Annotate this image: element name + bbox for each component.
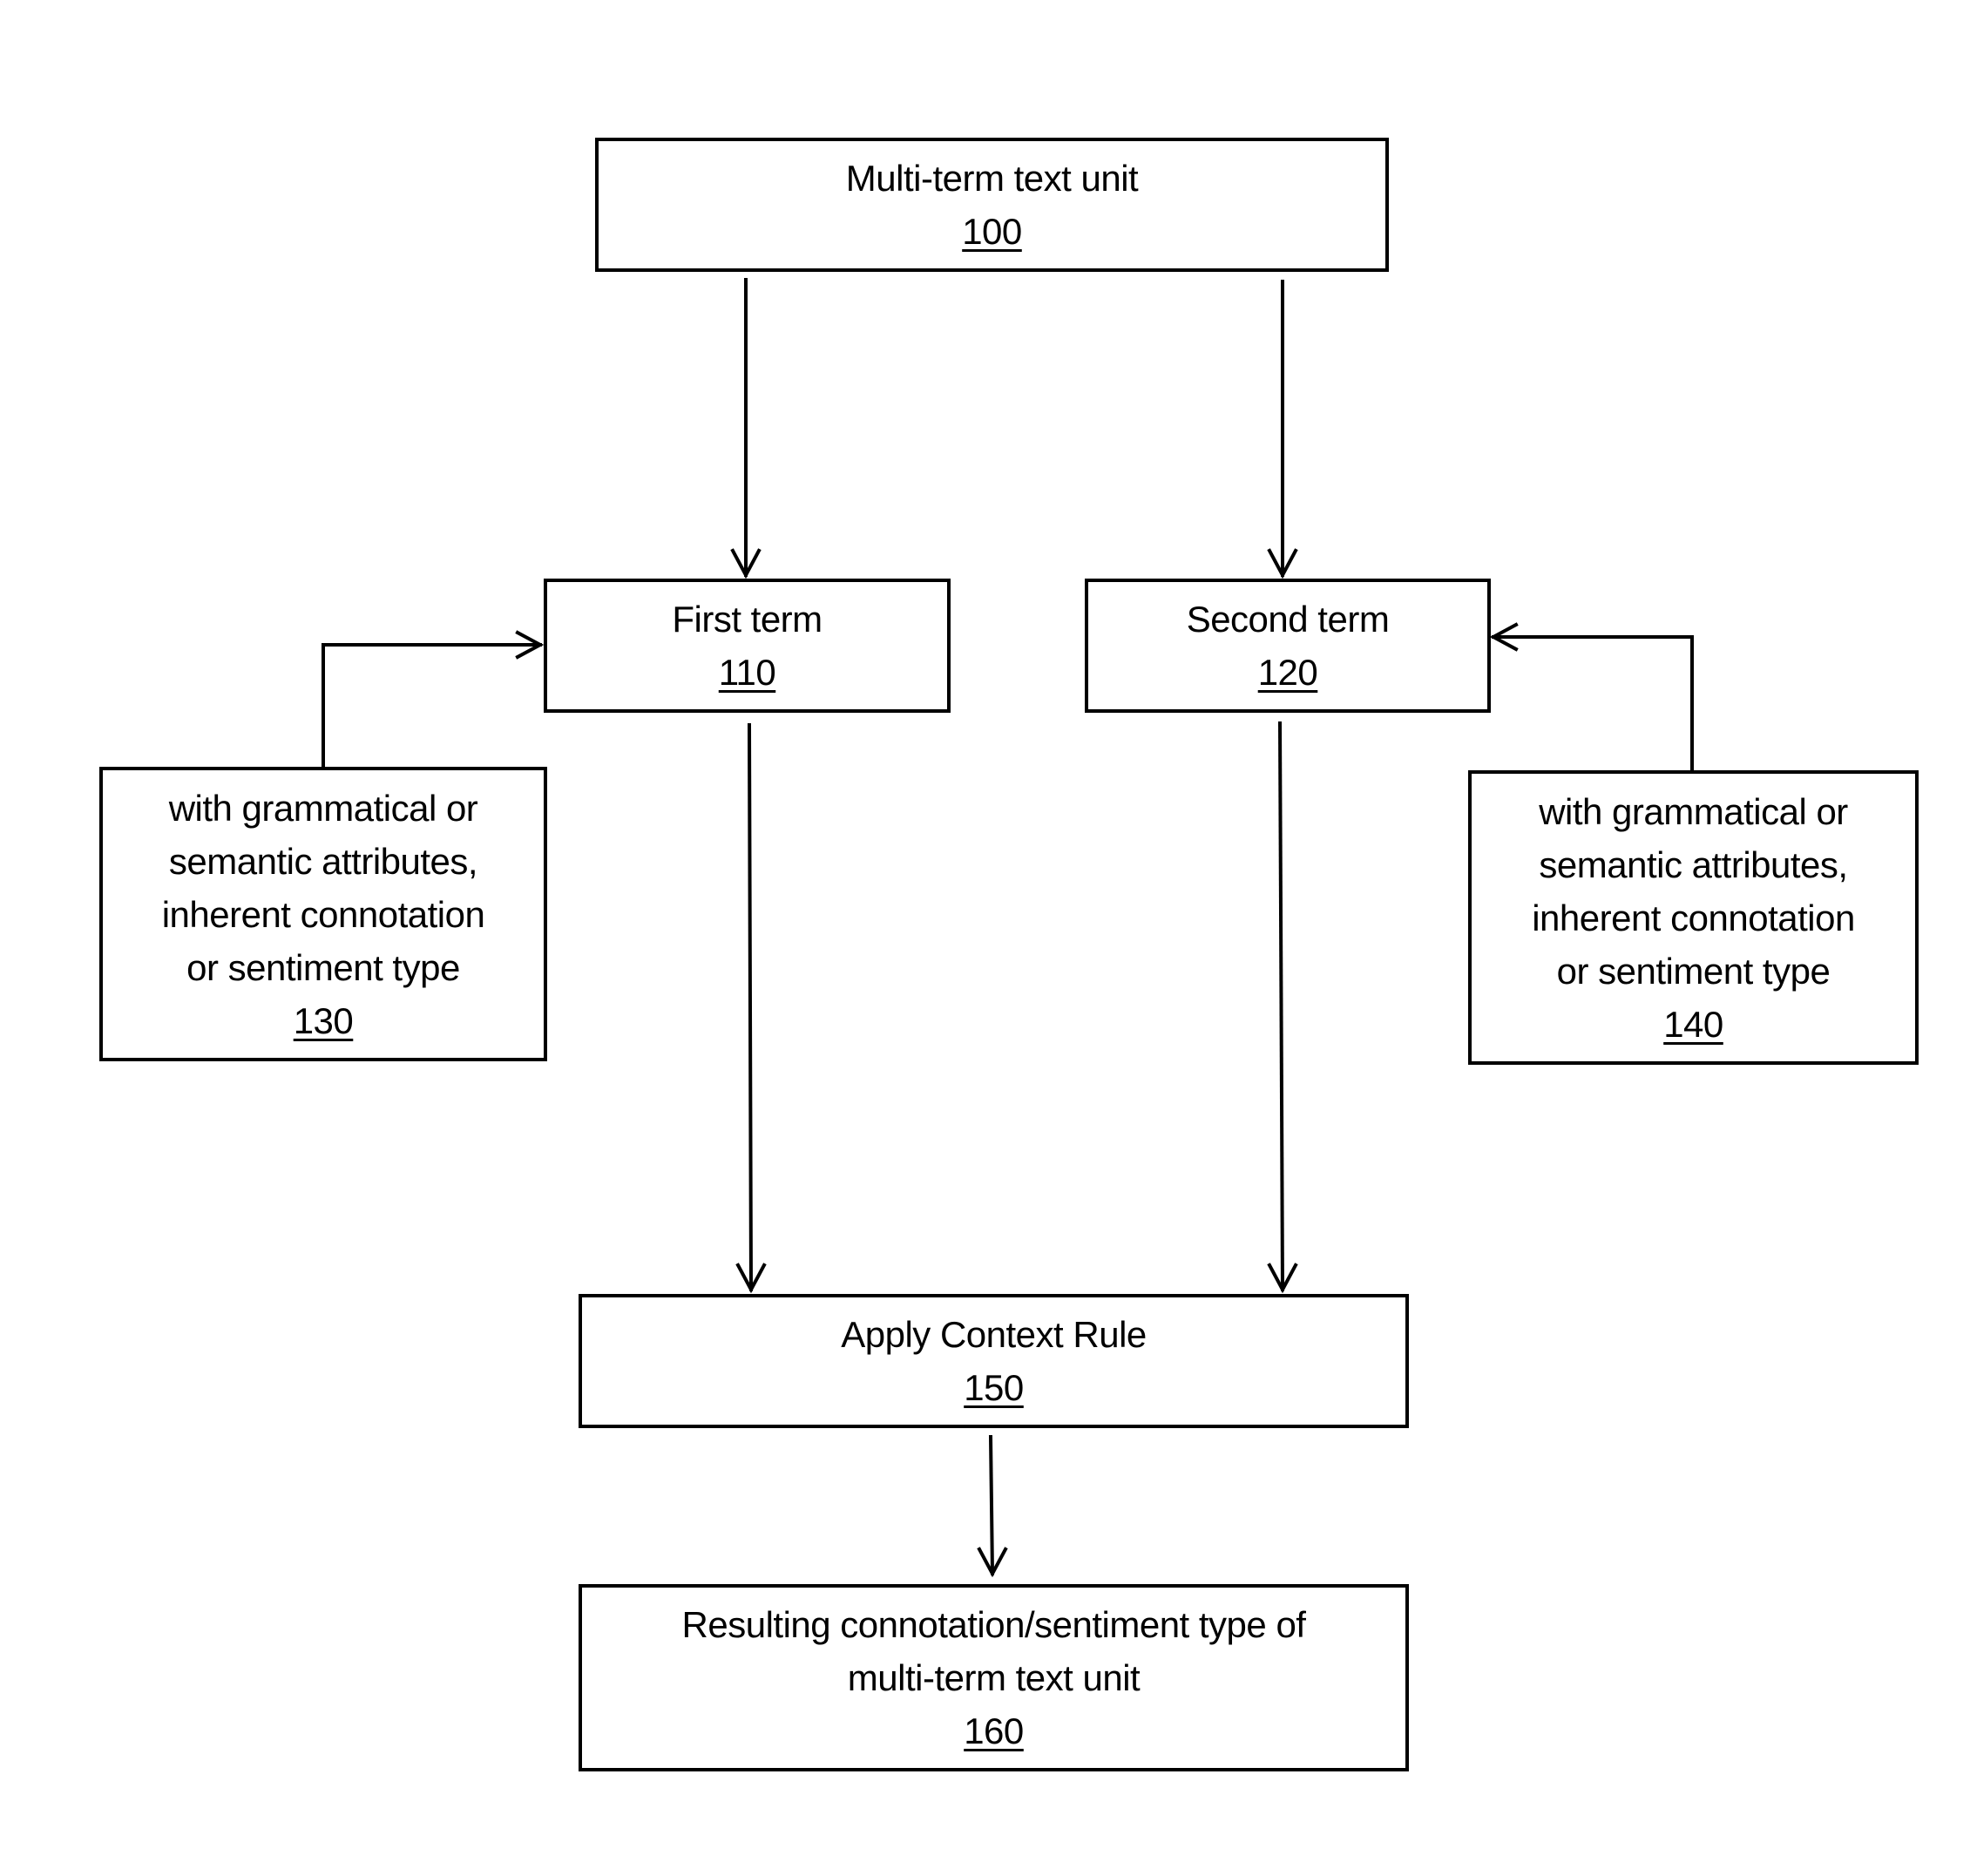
- node-first-term-attributes: with grammatical or semantic attributes,…: [99, 767, 547, 1061]
- node-first-term: First term 110: [544, 579, 951, 713]
- arrow-110-to-150: [735, 722, 767, 1294]
- arrow-100-to-110: [730, 278, 762, 579]
- reference-numeral: 130: [293, 999, 354, 1041]
- reference-numeral: 100: [962, 211, 1022, 252]
- arrow-100-to-120: [1267, 280, 1298, 579]
- node-label: First term: [672, 599, 823, 640]
- node-label-line: with grammatical or: [1539, 790, 1848, 832]
- node-resulting-sentiment: Resulting connotation/sentiment type of …: [579, 1584, 1409, 1771]
- reference-numeral: 140: [1663, 1003, 1723, 1045]
- node-label-line: semantic attributes,: [168, 840, 478, 882]
- node-label-line: or sentiment type: [1556, 950, 1831, 992]
- node-label-line: inherent connotation: [1532, 897, 1855, 938]
- arrow-130-to-110: [322, 630, 545, 769]
- node-second-term-attributes: with grammatical or semantic attributes,…: [1468, 770, 1919, 1065]
- node-label: Second term: [1186, 599, 1390, 640]
- node-apply-context-rule: Apply Context Rule 150: [579, 1294, 1409, 1428]
- node-label-line: inherent connotation: [161, 893, 485, 935]
- node-second-term: Second term 120: [1085, 579, 1491, 713]
- reference-numeral: 150: [964, 1367, 1024, 1408]
- reference-numeral: 160: [964, 1710, 1024, 1751]
- node-label-line: with grammatical or: [168, 787, 478, 829]
- reference-numeral: 110: [718, 652, 776, 693]
- node-label-line: multi-term text unit: [847, 1657, 1141, 1698]
- node-label-line: Resulting connotation/sentiment type of: [681, 1604, 1306, 1645]
- arrow-150-to-160: [977, 1434, 1008, 1578]
- arrow-120-to-150: [1267, 721, 1298, 1294]
- node-label: Apply Context Rule: [841, 1314, 1147, 1355]
- node-label: Multi-term text unit: [845, 158, 1139, 199]
- arrow-140-to-120: [1489, 622, 1694, 772]
- node-label-line: semantic attributes,: [1539, 843, 1848, 885]
- reference-numeral: 120: [1257, 652, 1318, 693]
- node-multi-term-text-unit: Multi-term text unit 100: [595, 138, 1389, 272]
- node-label-line: or sentiment type: [186, 946, 460, 988]
